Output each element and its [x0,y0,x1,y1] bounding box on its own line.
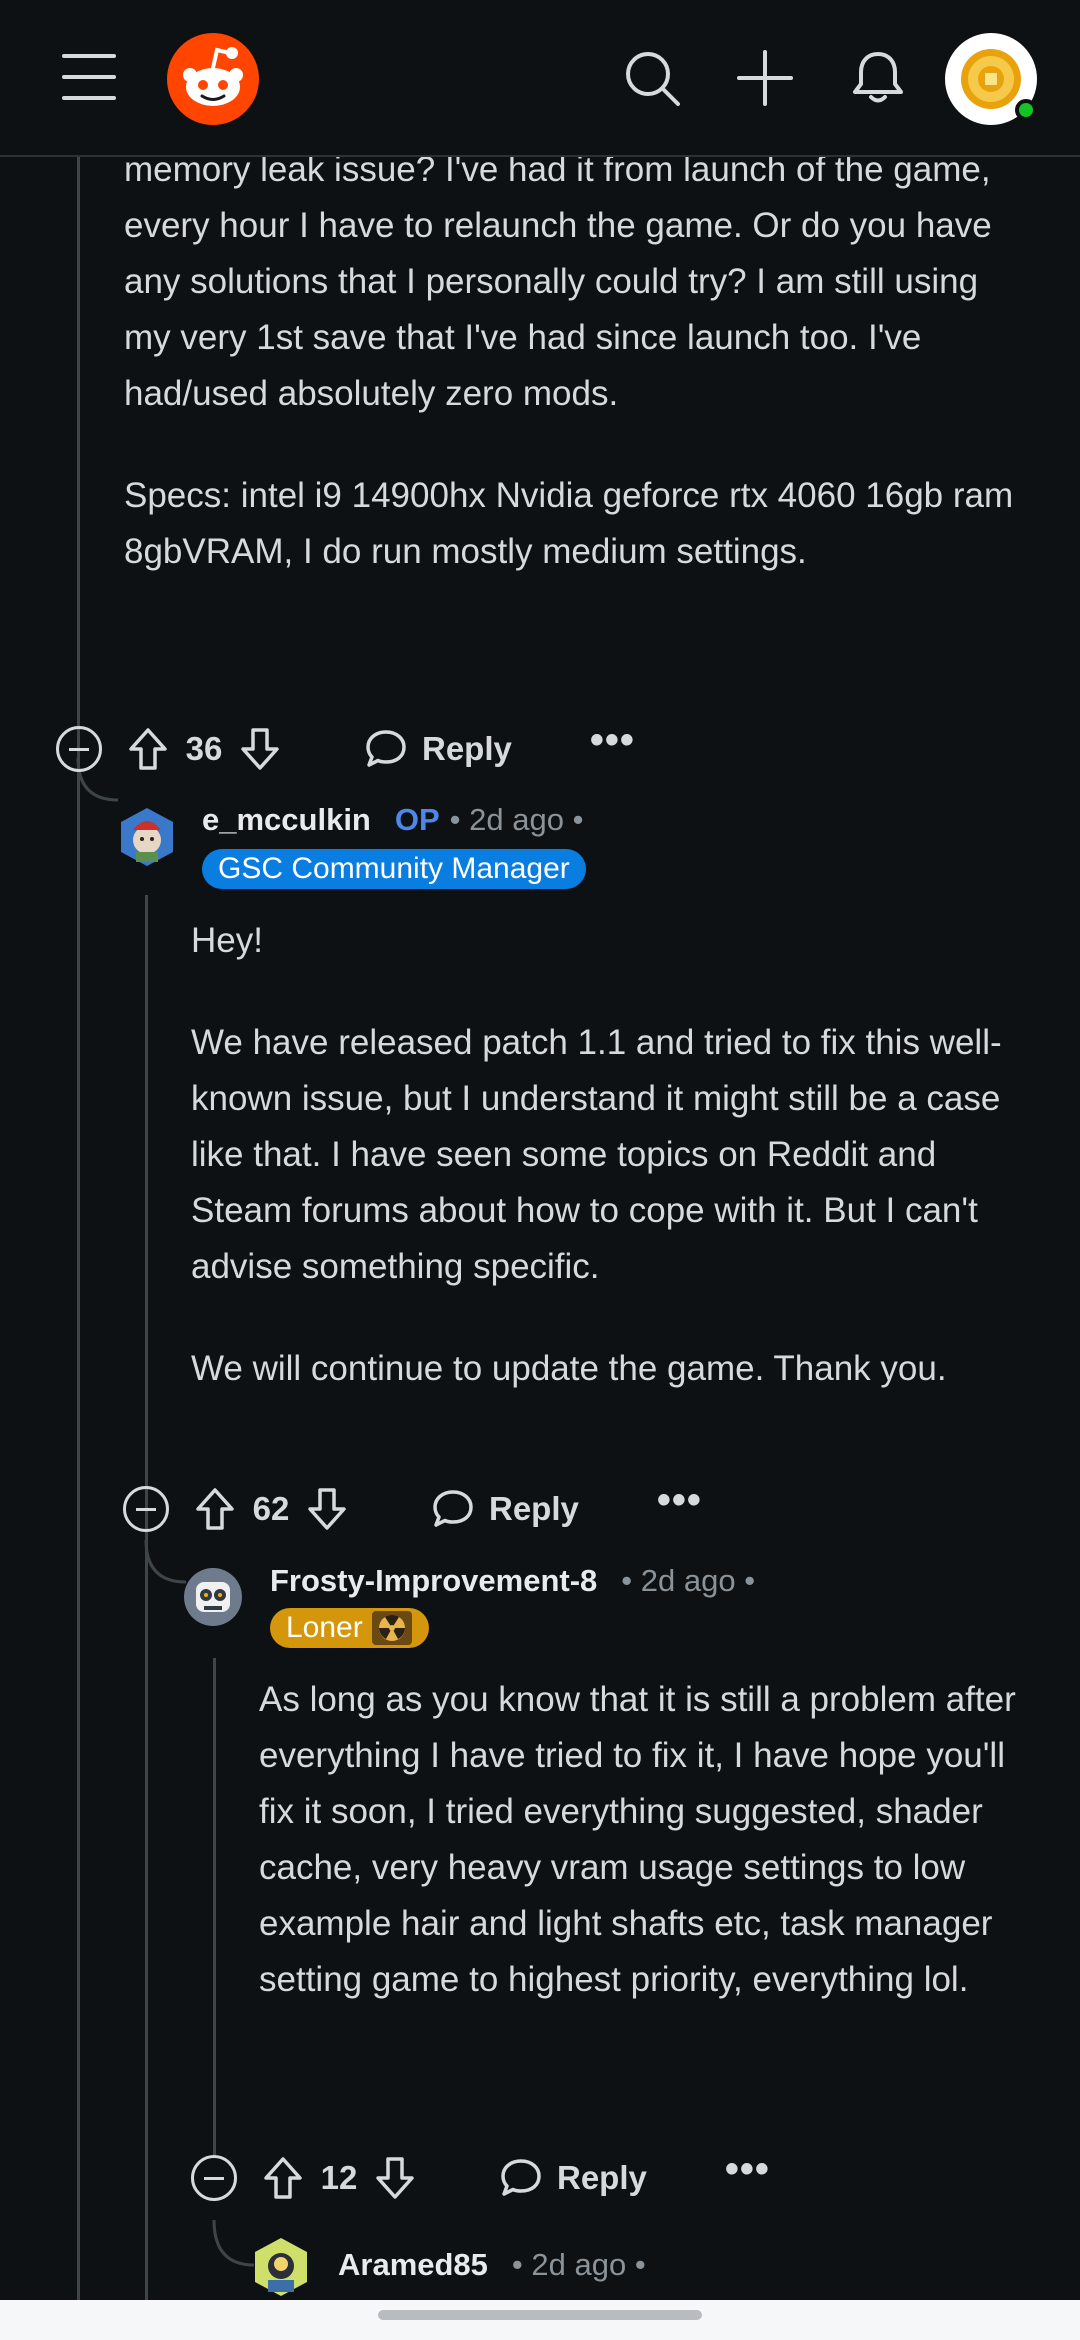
online-status-dot [1015,99,1037,121]
flair-label: Loner [286,1611,363,1644]
comment-header: Frosty-Improvement-8 • 2d ago • [270,1563,755,1599]
author-name[interactable]: Frosty-Improvement-8 [270,1563,597,1599]
upvote-icon[interactable] [124,723,172,775]
plus-icon[interactable] [727,40,803,116]
comment-paragraph: As long as you know that it is still a p… [259,1680,1016,1999]
comment-paragraph: Specs: intel i9 14900hx Nvidia geforce r… [124,476,1014,571]
speech-bubble-icon [501,2159,541,2196]
app-header [0,0,1080,157]
reply-label: Reply [489,1490,579,1527]
reply-button[interactable]: Reply [499,2157,647,2199]
reddit-logo[interactable] [166,32,260,126]
upvote-icon[interactable] [191,1483,239,1535]
more-options-icon[interactable]: ••• [590,720,635,768]
comment-paragraph: Hey! [191,921,263,960]
search-icon[interactable] [614,40,690,116]
speech-bubble-icon [433,1490,473,1527]
comment-actions: 62 Reply ••• [123,1479,702,1539]
speech-bubble-icon [366,730,406,767]
radiation-icon [371,1611,412,1645]
avatar[interactable] [250,2236,312,2298]
comment-paragraph: We will continue to update the game. Tha… [191,1349,947,1388]
comment-header: Aramed85 • 2d ago • [338,2247,646,2283]
comment-header: e_mcculkin OP • 2d ago • [202,802,583,838]
comment-paragraph: We have released patch 1.1 and tried to … [191,1023,1002,1286]
comment-body: As long as you know that it is still a p… [259,1672,1049,2008]
vote-score: 62 [252,1490,290,1527]
gesture-nav-handle[interactable] [378,2310,702,2320]
user-avatar[interactable] [945,33,1037,125]
reply-button[interactable]: Reply [364,728,512,770]
reply-label: Reply [422,730,512,767]
upvote-icon[interactable] [259,2152,307,2204]
comment-timestamp: • 2d ago • [511,2247,646,2282]
downvote-icon[interactable] [371,2152,419,2204]
avatar[interactable] [182,1566,244,1628]
op-badge: OP [394,802,440,837]
downvote-icon[interactable] [236,723,284,775]
comment-actions: 36 Reply ••• [56,719,635,779]
collapse-button[interactable] [191,2155,237,2201]
more-options-icon[interactable]: ••• [725,2149,770,2197]
comment-timestamp: • 2d ago • [621,1563,756,1598]
vote-score: 36 [185,730,223,767]
reply-label: Reply [557,2159,647,2196]
comment-actions: 12 Reply ••• [191,2148,770,2208]
more-options-icon[interactable]: ••• [657,1480,702,1528]
reddit-comment-thread: memory leak issue? I've had it from laun… [0,0,1080,2340]
comment-body: memory leak issue? I've had it from laun… [124,142,1034,580]
user-flair[interactable]: GSC Community Manager [202,849,586,889]
comment-paragraph: memory leak issue? I've had it from laun… [124,150,992,413]
author-name[interactable]: e_mcculkin [202,802,371,838]
avatar[interactable] [116,806,178,868]
bell-icon[interactable] [840,40,916,116]
comment-body: Hey! We have released patch 1.1 and trie… [191,913,1031,1397]
hamburger-icon[interactable] [62,54,116,100]
reply-button[interactable]: Reply [431,1488,579,1530]
downvote-icon[interactable] [303,1483,351,1535]
comment-timestamp: • 2d ago • [449,802,584,837]
collapse-button[interactable] [123,1486,169,1532]
system-nav-area [0,2300,1080,2340]
collapse-button[interactable] [56,726,102,772]
user-flair[interactable]: Loner [270,1608,429,1648]
author-name[interactable]: Aramed85 [338,2247,488,2283]
vote-score: 12 [320,2159,358,2196]
